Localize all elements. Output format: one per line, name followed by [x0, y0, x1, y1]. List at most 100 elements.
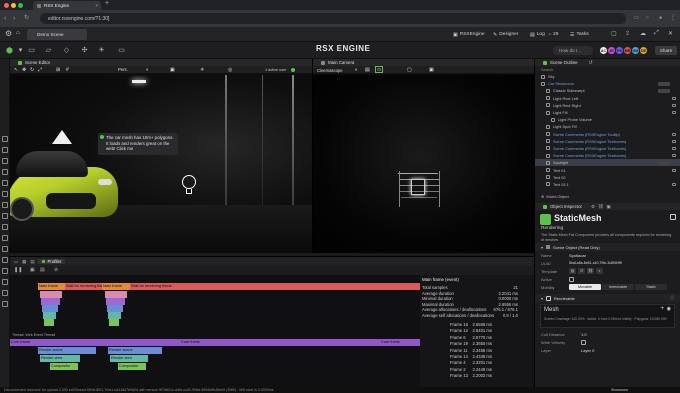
- tool-strip-icon[interactable]: [2, 180, 8, 186]
- browser-menu-icon[interactable]: ⋮: [670, 14, 676, 23]
- save-icon[interactable]: ▤: [40, 267, 45, 273]
- camera-lock-icon[interactable]: ⊡: [375, 66, 383, 73]
- menu-rsxengine[interactable]: ▣ RSXEngine: [453, 30, 485, 39]
- flame-bar[interactable]: Render view: [110, 355, 148, 362]
- flame-bar[interactable]: Compositor: [118, 363, 146, 370]
- lighting-icon[interactable]: ☀: [97, 46, 106, 55]
- camera-maximize-icon[interactable]: ▢: [407, 67, 412, 73]
- template-revert-icon[interactable]: ↺: [578, 268, 585, 274]
- template-link-icon[interactable]: ⛓: [587, 268, 594, 274]
- outline-item[interactable]: Sky: [535, 73, 680, 80]
- flame-bar[interactable]: Render scene: [38, 347, 96, 354]
- flame-bar[interactable]: Wait for rendering frame: [65, 283, 102, 290]
- back-icon[interactable]: ‹: [4, 14, 6, 23]
- tool-strip-icon[interactable]: [2, 158, 8, 164]
- help-search-input[interactable]: How do I...: [553, 46, 593, 55]
- outline-item[interactable]: Car Showroom: [535, 80, 680, 87]
- close-window-icon[interactable]: [4, 3, 9, 8]
- tool-strip-icon[interactable]: [2, 169, 8, 175]
- share-link-icon[interactable]: ⇪: [625, 30, 630, 37]
- lock-icon[interactable]: [672, 103, 676, 107]
- outline-item[interactable]: Text 01: [535, 166, 680, 173]
- tool-strip-icon[interactable]: [2, 235, 8, 241]
- fullscreen-icon[interactable]: ⤢: [654, 30, 659, 37]
- outline-item[interactable]: Light Rect Left: [535, 95, 680, 102]
- frame-list[interactable]: Frame 16 2.6556 ms Frame 12 2.6401 ms Frame …: [422, 322, 532, 380]
- name-value[interactable]: Spotlacar: [569, 253, 586, 258]
- cull-distance-value[interactable]: 1.0: [581, 332, 587, 337]
- new-file-icon[interactable]: ▭: [27, 46, 36, 55]
- folder-icon[interactable]: ▱: [44, 46, 53, 55]
- shapes-icon[interactable]: ◇: [62, 46, 71, 55]
- scene-tooltip[interactable]: The car mesh has 10m+ polygons. It loads…: [98, 133, 178, 155]
- flame-bar[interactable]: Wait for rendering frame: [130, 283, 420, 290]
- lock-icon[interactable]: [672, 132, 676, 136]
- outline-item[interactable]: Scene Comments (RSXEngine Tooltip): [535, 131, 680, 138]
- play-engine-icon[interactable]: ⬢: [5, 46, 14, 55]
- flame-bar[interactable]: Main frame: [38, 283, 65, 290]
- lock-icon[interactable]: [672, 139, 676, 143]
- outline-item[interactable]: Light Fill: [535, 109, 680, 116]
- layer-value[interactable]: Layer 0: [581, 348, 594, 353]
- maximize-window-icon[interactable]: [18, 3, 23, 8]
- outline-item[interactable]: Scene Comments (RSXEngine Textboxes): [535, 138, 680, 145]
- rotate-tool-icon[interactable]: ↻: [30, 67, 34, 73]
- cast-icon[interactable]: ▭: [634, 14, 639, 23]
- flame-bar[interactable]: Render view: [40, 355, 80, 362]
- profiler-flame-graph[interactable]: Main frameWait for rendering frameMain f…: [10, 275, 420, 388]
- tool-strip-icon[interactable]: [2, 257, 8, 263]
- outline-footer[interactable]: ⊕ World Object: [541, 194, 569, 199]
- tool-strip-icon[interactable]: [2, 301, 8, 307]
- mobility-option[interactable]: Static: [635, 284, 667, 290]
- tab-profiler[interactable]: Profiler: [38, 259, 66, 264]
- move-tool-icon[interactable]: ✥: [22, 67, 26, 73]
- tool-strip-icon[interactable]: [2, 213, 8, 219]
- template-save-icon[interactable]: ▤: [569, 268, 576, 274]
- grid-icon[interactable]: #: [66, 67, 69, 73]
- mesh-pick-icon[interactable]: ◉: [667, 306, 671, 312]
- timeline-icon[interactable]: ▤: [30, 259, 34, 265]
- close-icon[interactable]: ✕: [668, 30, 673, 37]
- outline-item[interactable]: Classic Sideswept: [535, 87, 680, 94]
- chat-icon[interactable]: ▢: [611, 30, 617, 37]
- inspector-link-icon[interactable]: ⛓: [598, 204, 604, 210]
- graph-icon[interactable]: ▦: [22, 259, 26, 265]
- outline-item[interactable]: Spotlight: [535, 159, 680, 167]
- cloud-icon[interactable]: ☁: [640, 30, 646, 37]
- scene-viewport[interactable]: The car mesh has 10m+ polygons. It loads…: [10, 75, 312, 253]
- outline-item[interactable]: Light Rect Right: [535, 102, 680, 109]
- section-renderable[interactable]: ▾ Renderable ⓘ: [535, 294, 680, 302]
- forward-icon[interactable]: ›: [13, 14, 15, 23]
- tool-strip-icon[interactable]: [2, 246, 8, 252]
- flame-bar[interactable]: Core frame: [10, 339, 180, 346]
- outline-item[interactable]: Light Spot Fill: [535, 123, 680, 130]
- pause-icon[interactable]: ❚❚: [14, 267, 22, 273]
- flame-bar[interactable]: Core frame: [380, 339, 420, 346]
- renderable-info-icon[interactable]: ⓘ: [670, 295, 674, 301]
- flame-bar[interactable]: Compositor: [50, 363, 78, 370]
- camera-render-icon[interactable]: ◐: [355, 67, 358, 73]
- flame-bar[interactable]: Main frame: [102, 283, 130, 290]
- tool-strip-icon[interactable]: [2, 147, 8, 153]
- component-toggle[interactable]: [670, 214, 676, 220]
- camera-record-icon[interactable]: ▣: [429, 67, 434, 73]
- frame-row[interactable]: Frame 13 2.2003 ms: [422, 373, 532, 379]
- inspector-settings-icon[interactable]: ⚙: [591, 204, 595, 210]
- snap-icon[interactable]: ⊞: [56, 67, 60, 73]
- camera-stats-icon[interactable]: ▤: [365, 67, 370, 73]
- bookmark-star-icon[interactable]: ☆: [645, 14, 649, 23]
- url-input[interactable]: editor.rsxengine.com/?1:30]: [40, 13, 626, 24]
- camera-view-mode-select[interactable]: Cinemascope: [317, 68, 343, 73]
- lock-icon[interactable]: [672, 154, 676, 158]
- mesh-add-icon[interactable]: +: [660, 306, 664, 312]
- render-mode-icon[interactable]: ◐: [146, 67, 149, 73]
- tooltip-marker-icon[interactable]: [52, 130, 72, 144]
- light-bulb-icon[interactable]: [182, 175, 196, 189]
- inspector-copy-icon[interactable]: ▣: [607, 204, 611, 210]
- gizmo-icon[interactable]: ✣: [80, 46, 89, 55]
- share-button[interactable]: Share: [655, 46, 677, 55]
- mobility-option[interactable]: Immovable: [602, 284, 634, 290]
- tool-strip-icon[interactable]: [2, 290, 8, 296]
- lock-icon[interactable]: [672, 146, 676, 150]
- outline-item[interactable]: Text 03 1: [535, 181, 680, 188]
